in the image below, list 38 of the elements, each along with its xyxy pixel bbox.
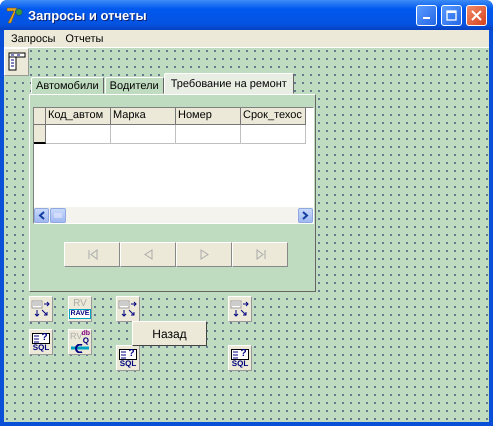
sql-query-component-icon[interactable]: ? SQL — [228, 345, 252, 371]
close-icon — [471, 10, 482, 20]
first-arrow-icon — [86, 249, 98, 260]
tab[interactable]: Водители — [104, 77, 164, 94]
menu-item[interactable]: Отчеты — [60, 32, 108, 44]
datasource-component-icon[interactable] — [228, 296, 252, 322]
prior-arrow-icon — [142, 249, 154, 260]
next-arrow-icon — [198, 249, 210, 260]
grid-cell[interactable] — [176, 125, 241, 144]
sql-query-component-icon[interactable]: ? SQL — [29, 329, 53, 355]
maximize-icon — [446, 10, 457, 20]
grid-cell[interactable] — [46, 125, 111, 144]
back-button[interactable]: Назад — [132, 321, 207, 346]
sql-query-component-icon[interactable]: ? SQL — [116, 345, 140, 371]
maximize-button[interactable] — [441, 4, 462, 26]
column-header[interactable]: Номер — [176, 108, 241, 125]
last-arrow-icon — [254, 249, 266, 260]
scroll-right-icon[interactable] — [302, 210, 309, 220]
app-icon — [6, 6, 24, 24]
column-header[interactable]: Срок_техос — [241, 108, 306, 125]
grid-cell[interactable] — [241, 125, 306, 144]
scroll-left-icon[interactable] — [38, 210, 45, 220]
datasource-component-icon[interactable] — [116, 296, 140, 322]
scroll-thumb-grip-icon[interactable] — [54, 212, 62, 218]
grid-cell[interactable] — [111, 125, 176, 144]
window-title: Запросы и отчеты — [28, 8, 148, 22]
row-indicator[interactable] — [34, 125, 46, 144]
column-header[interactable]: Код_автом — [46, 108, 111, 125]
tab[interactable]: Автомобили — [31, 77, 104, 94]
main-menu-component-icon[interactable] — [4, 48, 29, 76]
datasource-component-icon[interactable] — [29, 296, 53, 322]
close-button[interactable] — [466, 4, 487, 26]
minimize-button[interactable] — [416, 4, 437, 26]
minimize-icon — [423, 17, 430, 19]
tab[interactable]: Требование на ремонт — [164, 73, 294, 94]
column-header[interactable]: Марка — [111, 108, 176, 125]
horizontal-scrollbar[interactable] — [34, 207, 313, 223]
menu-item[interactable]: Запросы — [6, 32, 60, 44]
